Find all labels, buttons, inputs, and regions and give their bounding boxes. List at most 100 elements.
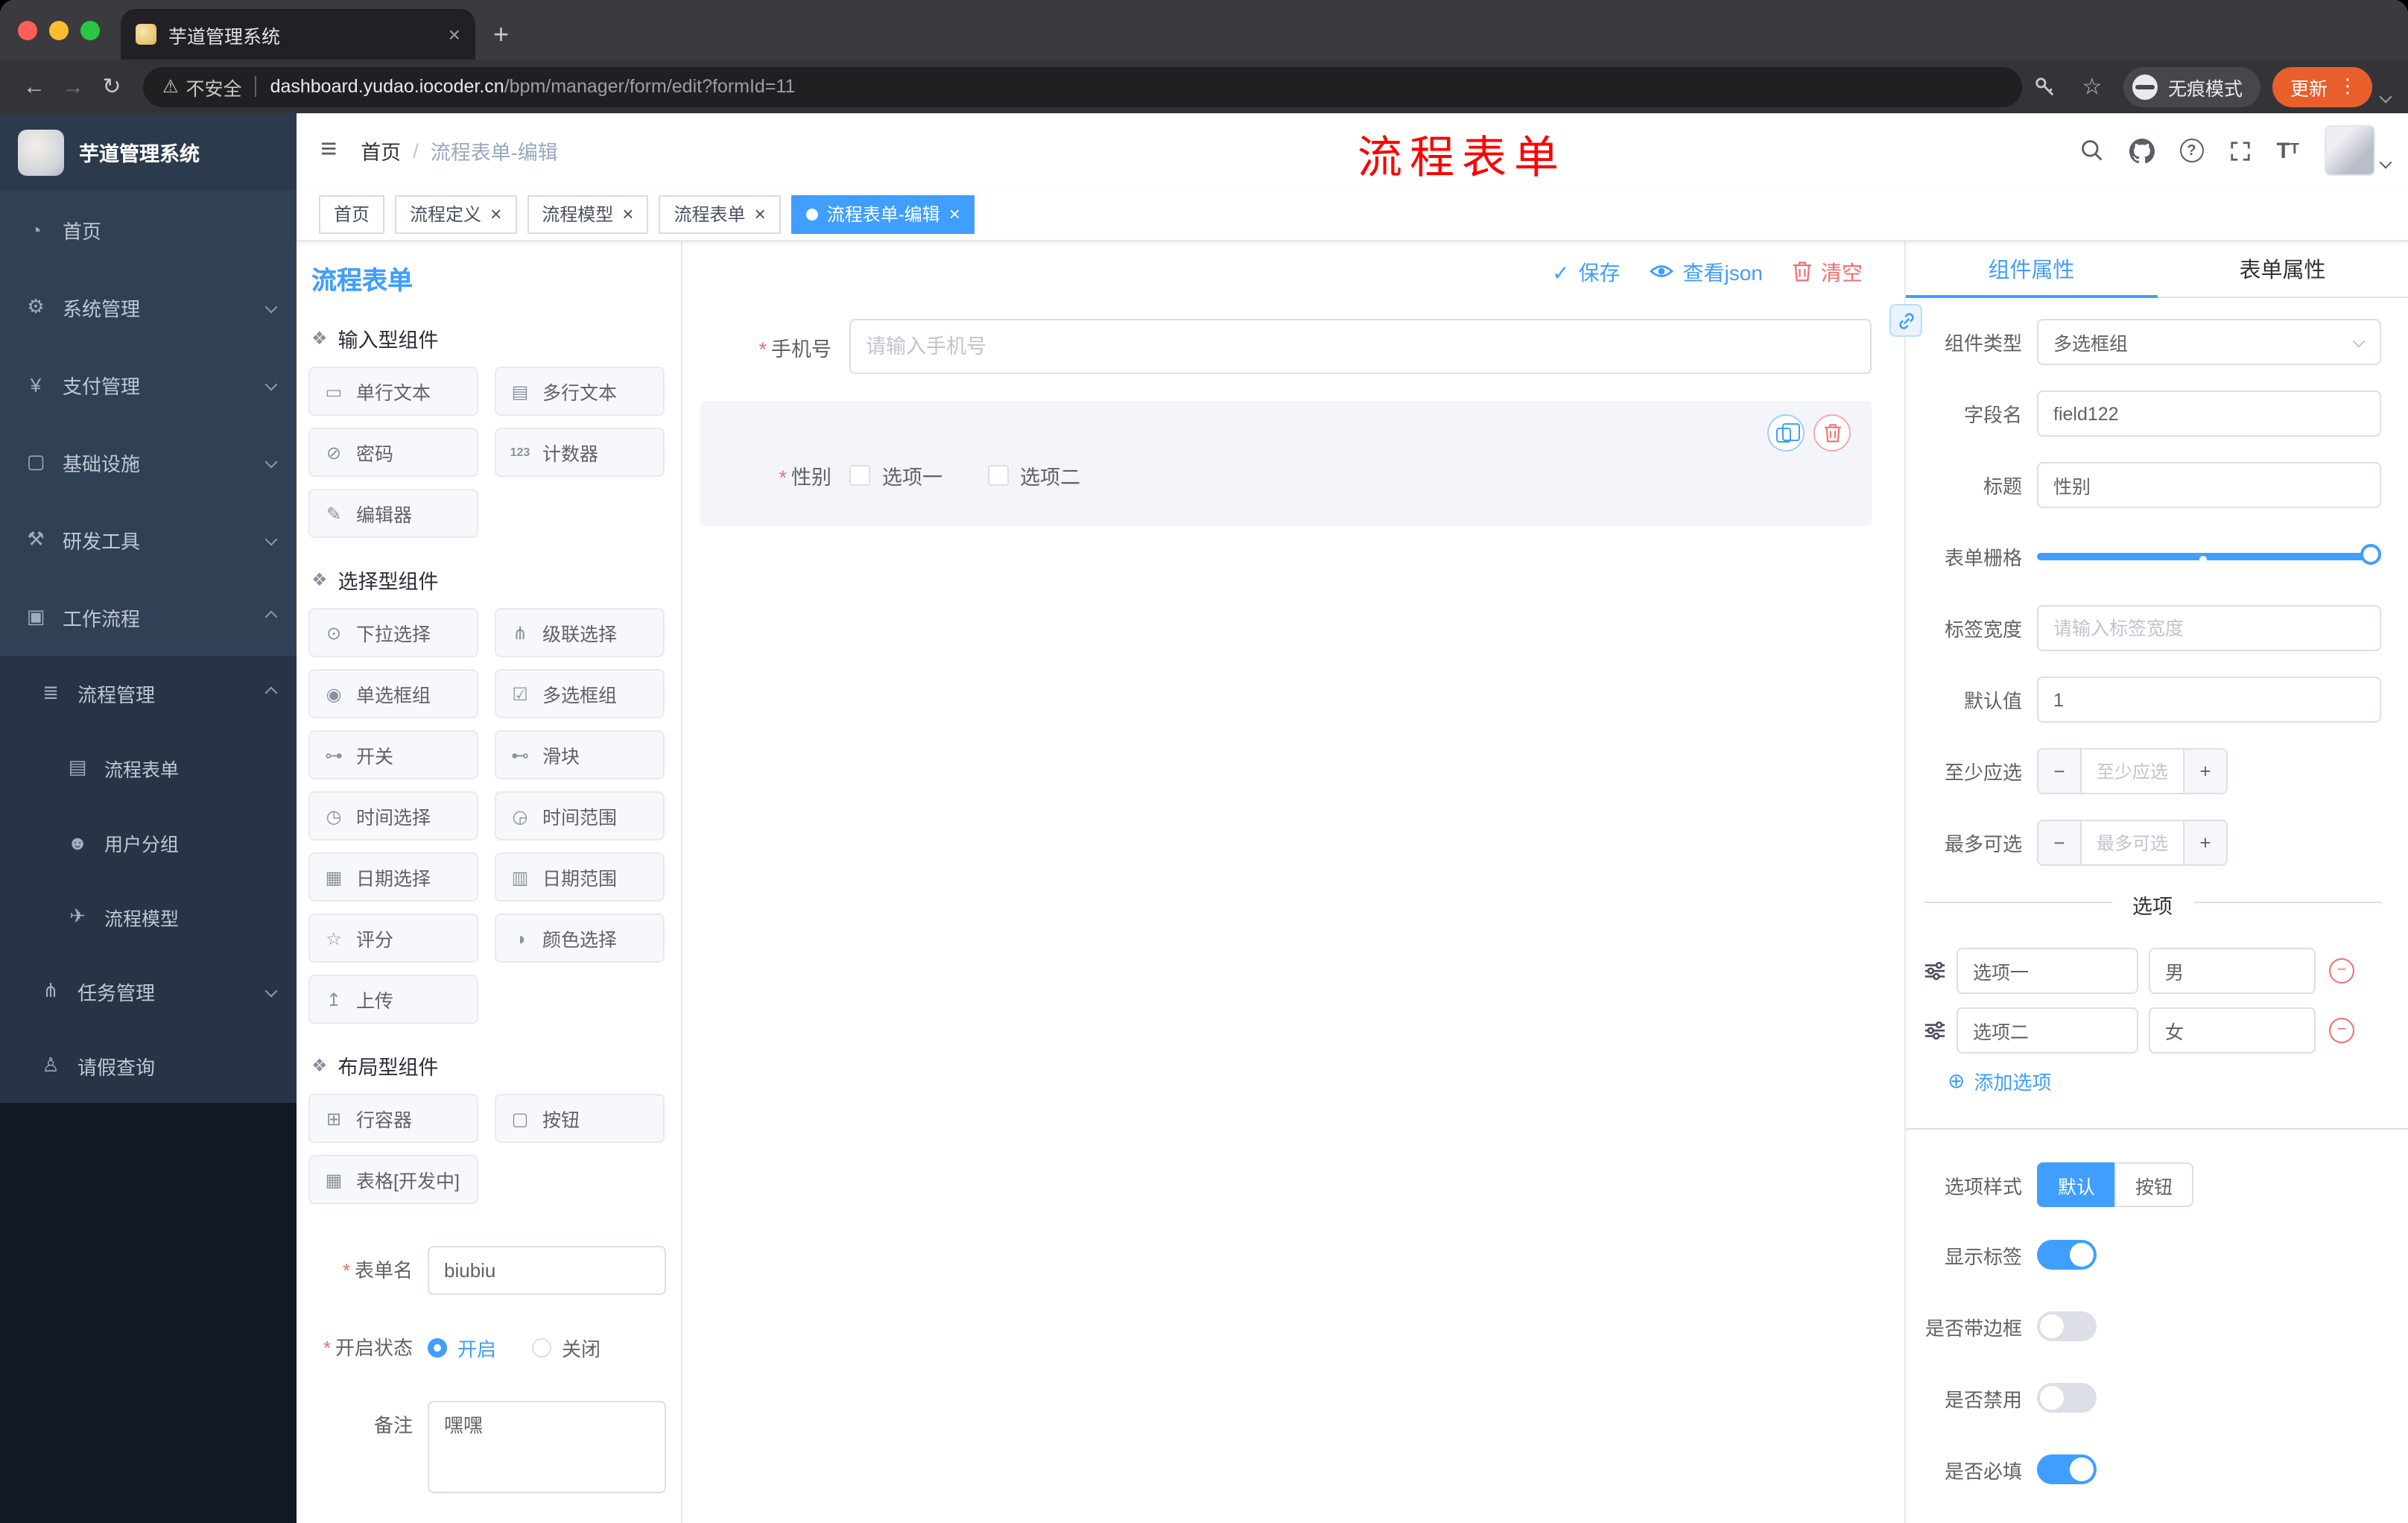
radio-status-off[interactable]: 关闭 [532,1334,601,1362]
required-toggle[interactable] [2037,1454,2097,1484]
chip-radio-group[interactable]: ◉ 单选框组 [308,669,478,718]
remove-option-button[interactable]: − [2329,958,2354,984]
form-name-input[interactable] [428,1246,666,1295]
new-tab-button[interactable]: + [493,21,509,48]
hamburger-icon[interactable]: ≡ [297,134,361,167]
sidebar-item-user-group[interactable]: ☻ 用户分组 [0,805,297,879]
style-default-button[interactable]: 默认 [2037,1162,2115,1207]
user-menu[interactable] [2325,125,2392,176]
style-button-button[interactable]: 按钮 [2114,1162,2194,1207]
chevron-down-icon[interactable] [2379,90,2392,104]
close-icon[interactable]: × [949,204,960,224]
form-remark-textarea[interactable]: 嘿嘿 [428,1401,666,1493]
chip-slider[interactable]: ⊷ 滑块 [495,730,665,779]
tag-process-form[interactable]: 流程表单 × [659,194,781,233]
sidebar-item-home[interactable]: ◔ 首页 [0,191,297,268]
chip-upload[interactable]: ↥ 上传 [308,975,478,1024]
add-option-button[interactable]: ⊕ 添加选项 [1948,1067,2381,1095]
close-icon[interactable]: × [622,204,633,224]
key-icon[interactable] [2034,75,2073,98]
tag-process-definition[interactable]: 流程定义 × [395,194,517,233]
option-value-input[interactable] [2149,948,2316,994]
show-label-toggle[interactable] [2037,1240,2097,1270]
window-zoom-button[interactable] [80,20,100,39]
close-icon[interactable]: × [490,204,501,224]
sidebar-item-process-mgmt[interactable]: ≣ 流程管理 [0,656,297,730]
phone-input[interactable] [849,319,1872,374]
chip-editor[interactable]: ✎ 编辑器 [308,489,478,538]
bookmark-star-icon[interactable]: ☆ [2073,73,2111,100]
border-toggle[interactable] [2037,1311,2097,1341]
help-icon[interactable]: ? [2179,139,2204,162]
forward-icon[interactable]: → [54,74,92,99]
save-button[interactable]: ✓ 保存 [1552,258,1620,288]
plus-button[interactable]: + [2183,750,2226,793]
delete-component-button[interactable] [1813,414,1851,452]
chip-time-picker[interactable]: ◷ 时间选择 [308,791,478,840]
checkbox-option-2[interactable]: 选项二 [987,460,1080,490]
link-icon[interactable] [1889,304,1922,337]
security-label[interactable]: 不安全 [186,72,242,101]
breadcrumb-home[interactable]: 首页 [361,136,401,165]
close-icon[interactable]: × [449,24,460,45]
sidebar-item-workflow[interactable]: ▣ 工作流程 [0,578,297,656]
chip-counter[interactable]: 123 计数器 [495,428,665,477]
clear-button[interactable]: 清空 [1793,258,1863,288]
min-select-input[interactable]: 至少应选 [2082,750,2183,793]
back-icon[interactable]: ← [15,74,54,99]
sidebar-item-leave-query[interactable]: ♙ 请假查询 [0,1028,297,1103]
radio-status-on[interactable]: 开启 [428,1334,496,1362]
sidebar-item-infra[interactable]: ▢ 基础设施 [0,423,297,501]
reload-icon[interactable]: ↻ [92,73,131,100]
chip-table[interactable]: ▦ 表格[开发中] [308,1155,478,1204]
chip-time-range[interactable]: ◶ 时间范围 [495,791,665,840]
avatar[interactable] [2325,125,2375,176]
slider-handle[interactable] [2360,544,2381,565]
checkbox-icon[interactable] [849,465,870,486]
fullscreen-icon[interactable] [2228,139,2251,162]
browser-tab[interactable]: 芋道管理系统 × [121,9,475,60]
field-name-input[interactable] [2037,390,2381,437]
tab-component-props[interactable]: 组件属性 [1906,241,2157,298]
tag-process-form-edit[interactable]: 流程表单-编辑 × [790,194,975,233]
grid-slider[interactable] [2037,533,2381,580]
chip-select[interactable]: ⊙ 下拉选择 [308,608,478,657]
sidebar-item-process-model[interactable]: ✈ 流程模型 [0,879,297,954]
chip-password[interactable]: ⊘ 密码 [308,428,478,477]
sidebar-item-devtools[interactable]: ⚒ 研发工具 [0,501,297,578]
update-button[interactable]: 更新 ⋮ [2272,66,2372,107]
option-label-input[interactable] [1956,1007,2138,1054]
sidebar-item-task-mgmt[interactable]: ⋔ 任务管理 [0,954,297,1028]
sidebar-item-process-form[interactable]: ▤ 流程表单 [0,730,297,805]
tag-process-model[interactable]: 流程模型 × [527,194,649,233]
disabled-toggle[interactable] [2037,1383,2097,1413]
label-width-input[interactable] [2037,605,2381,651]
tab-form-props[interactable]: 表单属性 [2157,241,2408,297]
sidebar-item-system[interactable]: ⚙ 系统管理 [0,268,297,346]
app-logo[interactable]: 芋道管理系统 [0,113,297,191]
sidebar-item-payment[interactable]: ¥ 支付管理 [0,346,297,423]
close-icon[interactable]: × [755,204,766,224]
chip-color-picker[interactable]: ◑ 颜色选择 [495,914,665,963]
plus-button[interactable]: + [2183,821,2226,864]
drag-handle-icon[interactable] [1924,1019,1946,1042]
chip-checkbox-group[interactable]: ☑ 多选框组 [495,669,665,718]
default-value-input[interactable] [2037,677,2381,723]
option-value-input[interactable] [2149,1007,2316,1054]
copy-component-button[interactable] [1767,414,1805,452]
github-icon[interactable] [2129,138,2155,163]
font-size-icon[interactable]: TT [2276,139,2299,162]
max-select-input[interactable]: 最多可选 [2082,821,2183,864]
chip-switch[interactable]: ⊶ 开关 [308,730,478,779]
chip-date-picker[interactable]: ▦ 日期选择 [308,852,478,902]
address-bar[interactable]: ⚠ 不安全 dashboard.yudao.iocoder.cn/bpm/man… [143,66,2022,107]
chip-rate[interactable]: ☆ 评分 [308,914,478,963]
chip-row-container[interactable]: ⊞ 行容器 [308,1094,478,1143]
canvas-field-gender-selected[interactable]: * 性别 选项一 选项二 [700,401,1872,526]
drag-handle-icon[interactable] [1924,960,1946,982]
kebab-menu-icon[interactable]: ⋮ [2338,75,2357,98]
remove-option-button[interactable]: − [2329,1018,2354,1043]
form-canvas[interactable]: ✓ 保存 查看json 清空 * 手机号 请输入手机号 * 性别 选项一 选项二 [682,241,1904,1523]
chip-textarea[interactable]: ▤ 多行文本 [495,367,665,416]
chip-date-range[interactable]: ▥ 日期范围 [495,852,665,902]
